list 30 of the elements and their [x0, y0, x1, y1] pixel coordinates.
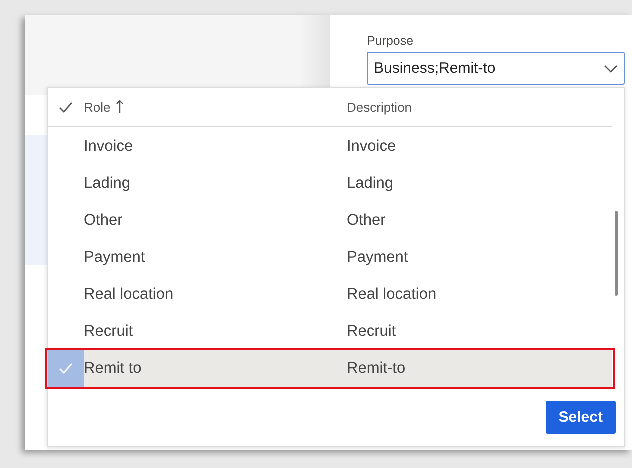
- lookup-row[interactable]: Recruit Recruit: [48, 313, 612, 350]
- description-text: Payment: [347, 248, 408, 266]
- lookup-row[interactable]: Lading Lading: [48, 165, 612, 202]
- column-header[interactable]: Role: [84, 100, 111, 114]
- description-text: Lading: [347, 174, 394, 192]
- role-text: Lading: [84, 174, 131, 192]
- description-text: Real location: [347, 286, 437, 304]
- column-header[interactable]: Description: [347, 100, 412, 114]
- role-text: Other: [84, 212, 123, 230]
- scrollbar[interactable]: [615, 211, 618, 296]
- role-text: Real location: [84, 286, 174, 304]
- description-text: Other: [347, 212, 386, 230]
- lookup-row[interactable]: Other Other: [48, 202, 612, 239]
- lookup-row[interactable]: Remit to Remit-to: [48, 350, 612, 387]
- description-text: Invoice: [347, 138, 396, 156]
- purpose-dropdown[interactable]: Business;Remit-to: [367, 52, 625, 85]
- description-text: Recruit: [347, 322, 396, 340]
- role-text: Payment: [84, 248, 146, 266]
- role-text: Invoice: [84, 138, 134, 156]
- select-all-check-icon: [59, 102, 73, 112]
- role-text: Recruit: [84, 322, 134, 340]
- select-button[interactable]: Select: [546, 401, 616, 434]
- lookup-row[interactable]: Invoice Invoice: [48, 128, 612, 165]
- chevron-down-icon: [604, 64, 618, 72]
- lookup-row[interactable]: Real location Real location: [48, 276, 612, 313]
- description-text: Remit-to: [347, 360, 406, 378]
- role-text: Remit to: [84, 360, 142, 378]
- lookup-row[interactable]: Payment Payment: [48, 239, 612, 276]
- field-label: Purpose: [367, 34, 414, 48]
- check-icon: [59, 363, 73, 374]
